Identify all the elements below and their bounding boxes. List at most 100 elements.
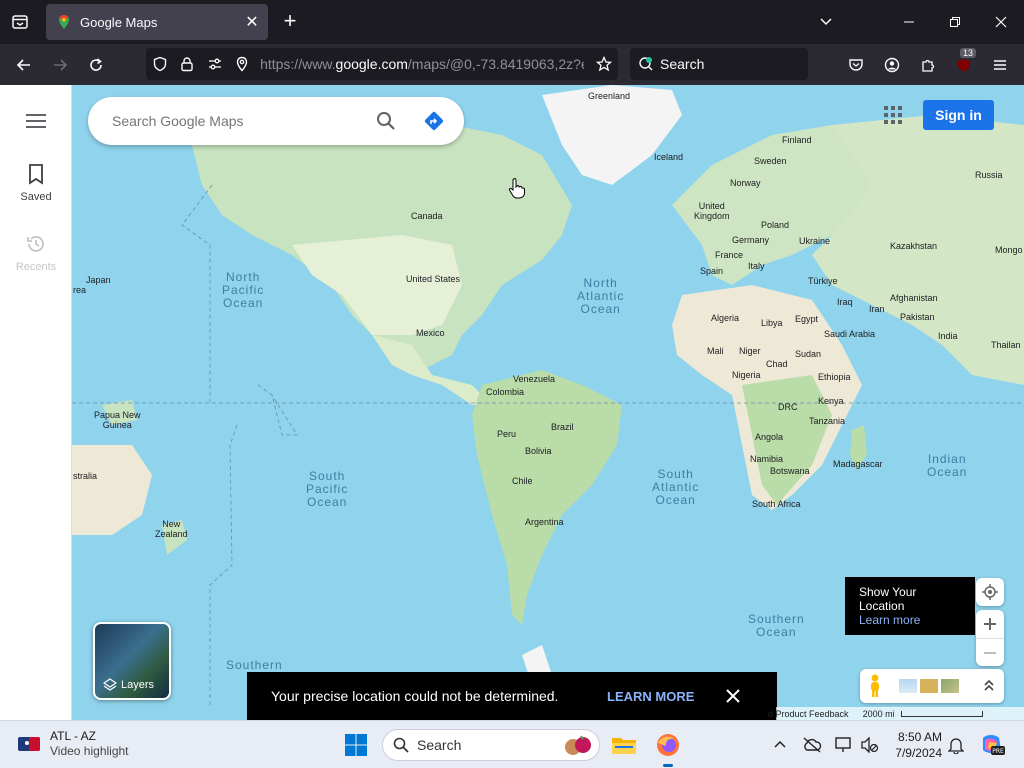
label-tanzania: Tanzania	[809, 416, 846, 426]
label-poland: Poland	[761, 220, 790, 230]
google-apps-button[interactable]	[883, 105, 903, 125]
maps-menu-button[interactable]	[22, 109, 50, 133]
close-tab-icon[interactable]: ✕	[240, 10, 264, 34]
chevron-up-icon	[774, 740, 786, 748]
tab-title: Google Maps	[80, 14, 158, 30]
forward-button[interactable]	[46, 51, 74, 79]
scale-label[interactable]: 2000 mi	[863, 709, 895, 719]
permissions-icon[interactable]	[201, 50, 229, 78]
taskbar-search-placeholder: Search	[417, 737, 462, 753]
widget-subtitle: Video highlight	[50, 744, 129, 758]
zoom-in-button[interactable]	[984, 610, 996, 638]
sign-in-button[interactable]: Sign in	[923, 100, 994, 130]
toast-close-button[interactable]	[719, 682, 747, 710]
search-icon	[377, 112, 395, 130]
close-window-icon[interactable]	[987, 8, 1015, 36]
widget-title: ATL - AZ	[50, 729, 97, 743]
zoom-out-button[interactable]	[976, 638, 1004, 666]
toast-learn-more-link[interactable]: LEARN MORE	[607, 689, 707, 704]
new-tab-button[interactable]: +	[278, 10, 302, 34]
recents-label: Recents	[15, 261, 57, 273]
page-content: Greenland Iceland Finland Sweden Norway …	[0, 85, 1024, 720]
ublock-extension-button[interactable]: 13	[950, 48, 978, 79]
browser-search-bar[interactable]: Search	[630, 48, 808, 80]
label-pakistan: Pakistan	[900, 312, 935, 322]
tab-google-maps[interactable]: Google Maps ✕	[46, 4, 268, 40]
clock-time: 8:50 AM	[897, 730, 942, 744]
url-bar[interactable]: https://www.google.com/maps/@0,-73.84190…	[146, 48, 618, 80]
label-germany: Germany	[732, 235, 770, 245]
maps-search-input[interactable]	[112, 113, 362, 129]
layers-button[interactable]: Layers	[93, 622, 171, 700]
hamburger-menu-icon	[994, 60, 1006, 70]
google-maps-favicon-icon	[59, 15, 69, 29]
taskbar-clock[interactable]: 8:50 AM 7/9/2024	[888, 729, 942, 761]
label-egypt: Egypt	[795, 314, 819, 324]
label-niger: Niger	[739, 346, 761, 356]
file-explorer-taskbar-button[interactable]	[610, 731, 638, 759]
plus-icon	[984, 618, 996, 630]
taskbar-search-box[interactable]: Search	[382, 729, 600, 761]
firefox-taskbar-button[interactable]	[654, 731, 682, 767]
minimize-icon[interactable]	[895, 8, 923, 36]
extensions-button[interactable]	[914, 51, 942, 79]
mlb-logo-icon	[18, 737, 40, 751]
lock-icon[interactable]	[174, 50, 202, 78]
imagery-thumb-3[interactable]	[941, 679, 959, 693]
app-menu-button[interactable]	[986, 51, 1014, 79]
label-finland: Finland	[782, 135, 812, 145]
label-turkiye: Türkiye	[808, 276, 838, 286]
label-australia: stralia	[73, 471, 98, 481]
show-hidden-icons-button[interactable]	[766, 731, 794, 759]
map-imagery-controls	[860, 669, 1004, 703]
onedrive-tray-button[interactable]	[798, 731, 826, 759]
url-text[interactable]: https://www.google.com/maps/@0,-73.84190…	[260, 56, 584, 72]
cloud-offline-icon	[803, 737, 822, 753]
tracking-protection-shield-icon[interactable]	[146, 50, 174, 78]
label-kenya: Kenya	[818, 396, 844, 406]
pocket-icon	[849, 59, 863, 71]
directions-button[interactable]	[420, 107, 448, 135]
tab-list-button[interactable]	[6, 8, 34, 36]
back-button[interactable]	[10, 51, 38, 79]
pegman-icon[interactable]	[868, 674, 882, 698]
label-algeria: Algeria	[711, 313, 740, 323]
network-tray-button[interactable]	[830, 731, 858, 759]
label-peru: Peru	[497, 429, 517, 439]
label-kazakhstan: Kazakhstan	[890, 241, 938, 251]
navigation-toolbar: https://www.google.com/maps/@0,-73.84190…	[0, 44, 1024, 85]
list-all-tabs-icon[interactable]	[812, 8, 840, 36]
volume-tray-button[interactable]	[856, 731, 884, 759]
copilot-button[interactable]: PRE	[978, 731, 1006, 759]
tooltip-learn-more-link[interactable]: Learn more	[859, 613, 961, 627]
label-drc: DRC	[778, 402, 798, 412]
news-widget[interactable]: ATL - AZ Video highlight	[18, 729, 129, 759]
search-engine-icon	[639, 57, 653, 71]
my-location-button[interactable]	[976, 578, 1004, 606]
imagery-thumb-1[interactable]	[899, 679, 917, 693]
recents-button[interactable]: Recents	[0, 233, 72, 273]
label-chile: Chile	[512, 476, 533, 486]
label-colombia: Colombia	[486, 387, 525, 397]
start-button[interactable]	[342, 731, 370, 759]
label-angola: Angola	[755, 432, 784, 442]
location-permission-icon[interactable]	[229, 50, 257, 78]
account-icon	[884, 57, 900, 73]
reload-icon	[90, 58, 102, 71]
account-button[interactable]	[878, 51, 906, 79]
ublock-icon	[958, 59, 970, 72]
saved-button[interactable]: Saved	[0, 163, 72, 203]
bookmark-icon	[29, 164, 43, 185]
restore-icon[interactable]	[941, 8, 969, 36]
reload-button[interactable]	[82, 51, 110, 79]
search-button[interactable]	[372, 107, 400, 135]
label-mongolia: Mongo	[995, 245, 1023, 255]
product-feedback-link[interactable]: d Product Feedback	[768, 709, 849, 719]
label-sweden: Sweden	[754, 156, 787, 166]
bookmark-star-icon[interactable]	[590, 50, 618, 78]
expand-chevron-icon[interactable]	[983, 679, 995, 693]
pocket-button[interactable]	[842, 51, 870, 79]
toast-message: Your precise location could not be deter…	[271, 688, 559, 704]
imagery-thumb-2[interactable]	[920, 679, 938, 693]
notifications-button[interactable]	[942, 731, 970, 759]
